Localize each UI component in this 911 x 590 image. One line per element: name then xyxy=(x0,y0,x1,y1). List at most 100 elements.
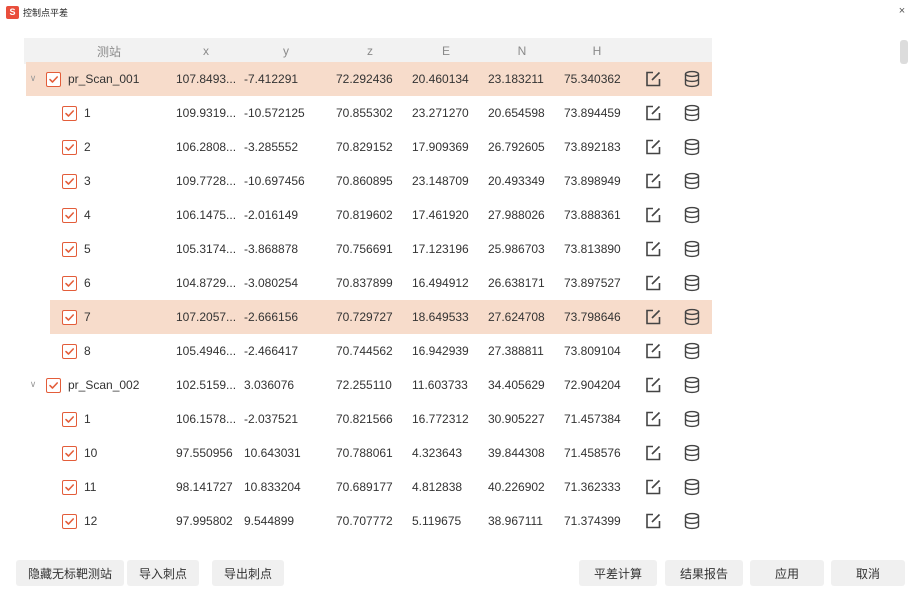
database-icon[interactable] xyxy=(681,306,703,328)
z-value: 70.855302 xyxy=(336,106,393,120)
e-value: 16.772312 xyxy=(412,412,469,426)
close-icon[interactable]: × xyxy=(895,4,909,18)
database-icon[interactable] xyxy=(681,442,703,464)
database-cell xyxy=(672,368,712,402)
point-name: 1 xyxy=(84,106,91,120)
n-value: 27.388811 xyxy=(488,344,544,358)
edit-icon[interactable] xyxy=(642,238,664,260)
app-logo-icon: S xyxy=(6,5,19,19)
table-row[interactable]: 8 105.4946... -2.466417 70.744562 16.942939 2… xyxy=(24,334,712,368)
h-value: 73.892183 xyxy=(564,140,621,154)
x-value: 104.8836... xyxy=(172,538,240,545)
point-checkbox[interactable] xyxy=(62,309,77,325)
point-cell: 5 xyxy=(62,232,91,266)
database-icon[interactable] xyxy=(681,238,703,260)
point-cell: 2 xyxy=(62,130,91,164)
e-value: 4.323643 xyxy=(412,446,463,460)
export-points-button[interactable]: 导出刺点 xyxy=(212,560,284,586)
cancel-button[interactable]: 取消 xyxy=(831,560,905,586)
edit-icon[interactable] xyxy=(642,204,664,226)
edit-icon[interactable] xyxy=(642,68,664,90)
table-row[interactable]: 6 104.8729... -3.080254 70.837899 16.494912 2… xyxy=(24,266,712,300)
database-icon[interactable] xyxy=(681,102,703,124)
adjustment-calc-button[interactable]: 平差计算 xyxy=(579,560,657,586)
table-row[interactable]: 5 105.3174... -3.868878 70.756691 17.123196 2… xyxy=(24,232,712,266)
chevron-down-icon[interactable]: ∨ xyxy=(28,379,38,389)
n-value: 27.988026 xyxy=(488,208,545,222)
edit-cell xyxy=(634,198,672,232)
point-checkbox[interactable] xyxy=(62,105,77,121)
e-value: 17.461920 xyxy=(412,208,469,222)
z-value: 70.788061 xyxy=(336,446,393,460)
chevron-down-icon[interactable]: ∨ xyxy=(28,73,38,83)
point-checkbox[interactable] xyxy=(62,173,77,189)
database-icon[interactable] xyxy=(681,272,703,294)
table-row[interactable]: 3 109.7728... -10.697456 70.860895 23.148709… xyxy=(24,164,712,198)
edit-icon[interactable] xyxy=(642,102,664,124)
table-row[interactable]: 11 98.141727 10.833204 70.689177 4.812838 40.… xyxy=(24,470,712,504)
edit-icon[interactable] xyxy=(642,476,664,498)
table-row[interactable]: 7 107.2057... -2.666156 70.729727 18.649533 2… xyxy=(24,300,712,334)
database-icon[interactable] xyxy=(681,340,703,362)
table-row[interactable]: 2 104.8836...-3.10101170.83993915.9424762… xyxy=(24,538,712,545)
database-icon[interactable] xyxy=(681,374,703,396)
edit-icon[interactable] xyxy=(642,272,664,294)
point-checkbox[interactable] xyxy=(62,343,77,359)
edit-icon[interactable] xyxy=(642,374,664,396)
edit-icon[interactable] xyxy=(642,442,664,464)
database-icon[interactable] xyxy=(681,68,703,90)
y-value: -3.285552 xyxy=(244,140,299,154)
y-value: 9.544899 xyxy=(244,514,295,528)
n-value: 34.405629 xyxy=(488,378,545,392)
e-value: 23.148709 xyxy=(412,174,469,188)
y-value: -3.080254 xyxy=(244,276,299,290)
station-group-row[interactable]: ∨ pr_Scan_002 102.5159... 3.036076 72.255110… xyxy=(24,368,712,402)
point-checkbox[interactable] xyxy=(62,275,77,291)
point-checkbox[interactable] xyxy=(62,207,77,223)
import-points-button[interactable]: 导入刺点 xyxy=(127,560,199,586)
vertical-scrollbar[interactable] xyxy=(900,40,908,64)
station-checkbox[interactable] xyxy=(46,377,61,393)
table-row[interactable]: 1 109.9319... -10.572125 70.855302 23.271270… xyxy=(24,96,712,130)
database-icon[interactable] xyxy=(681,510,703,532)
apply-button[interactable]: 应用 xyxy=(750,560,824,586)
edit-icon[interactable] xyxy=(642,340,664,362)
point-checkbox[interactable] xyxy=(62,139,77,155)
h-value: 72.904204 xyxy=(564,378,621,392)
table-row[interactable]: 4 106.1475... -2.016149 70.819602 17.461920 2… xyxy=(24,198,712,232)
database-icon[interactable] xyxy=(681,476,703,498)
point-name: 8 xyxy=(84,344,91,358)
database-icon[interactable] xyxy=(681,170,703,192)
point-checkbox[interactable] xyxy=(62,241,77,257)
point-checkbox[interactable] xyxy=(62,479,77,495)
result-report-button[interactable]: 结果报告 xyxy=(665,560,743,586)
point-checkbox[interactable] xyxy=(62,445,77,461)
table-row[interactable]: 2 106.2808... -3.285552 70.829152 17.909369 2… xyxy=(24,130,712,164)
edit-icon[interactable] xyxy=(642,306,664,328)
point-checkbox[interactable] xyxy=(62,411,77,427)
z-value: 70.829152 xyxy=(336,140,393,154)
database-icon[interactable] xyxy=(681,136,703,158)
database-icon[interactable] xyxy=(681,544,703,545)
database-icon[interactable] xyxy=(681,204,703,226)
edit-icon[interactable] xyxy=(642,408,664,430)
edit-icon[interactable] xyxy=(642,136,664,158)
x-value: 106.2808... xyxy=(176,140,237,154)
h-value: 71.362333 xyxy=(564,480,621,494)
hide-no-target-stations-button[interactable]: 隐藏无标靶测站 xyxy=(16,560,124,586)
database-icon[interactable] xyxy=(681,408,703,430)
table-row[interactable]: 10 97.550956 10.643031 70.788061 4.323643 39.… xyxy=(24,436,712,470)
header-z: z xyxy=(332,38,408,64)
edit-icon[interactable] xyxy=(642,544,664,545)
station-group-row[interactable]: ∨ pr_Scan_001 107.8493... -7.412291 72.29243… xyxy=(24,62,712,96)
edit-icon[interactable] xyxy=(642,510,664,532)
point-checkbox[interactable] xyxy=(62,513,77,529)
header-e: E xyxy=(408,38,484,64)
edit-icon[interactable] xyxy=(642,170,664,192)
y-value: -2.466417 xyxy=(244,344,299,358)
table-row[interactable]: 12 97.995802 9.544899 70.707772 5.119675 38.9… xyxy=(24,504,712,538)
z-value: 70.689177 xyxy=(336,480,393,494)
station-checkbox[interactable] xyxy=(46,71,61,87)
h-value: 75.340362 xyxy=(564,72,621,86)
table-row[interactable]: 1 106.1578... -2.037521 70.821566 16.772312 3… xyxy=(24,402,712,436)
